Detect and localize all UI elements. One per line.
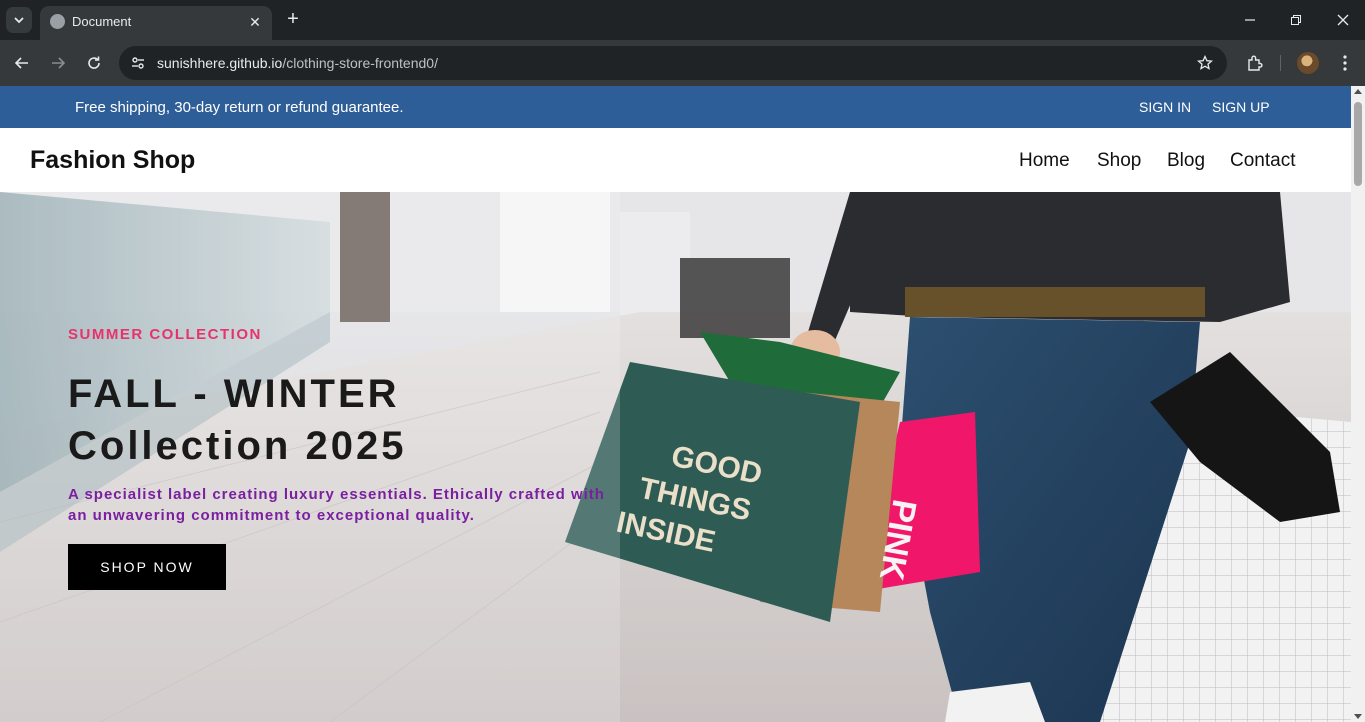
scroll-thumb[interactable] — [1354, 102, 1362, 186]
url-host: sunishhere.github.io — [157, 55, 283, 71]
browser-menu-button[interactable] — [1333, 51, 1357, 75]
toolbar-divider — [1280, 55, 1281, 71]
extensions-puzzle-icon[interactable] — [1243, 51, 1267, 75]
hero-title-line1: FALL - WINTER — [68, 372, 400, 416]
url-text: sunishhere.github.io/clothing-store-fron… — [157, 55, 438, 71]
back-button[interactable] — [10, 51, 34, 75]
browser-tab-strip: Document ✕ + — [0, 0, 1365, 40]
kebab-menu-icon — [1343, 55, 1347, 71]
url-path: /clothing-store-frontend0/ — [282, 55, 438, 71]
sign-in-link[interactable]: SIGN IN — [1139, 99, 1191, 115]
bookmark-star-icon[interactable] — [1195, 53, 1215, 73]
page-viewport: Free shipping, 30-day return or refund g… — [0, 86, 1351, 722]
shop-now-button[interactable]: SHOP NOW — [68, 544, 226, 590]
profile-avatar[interactable] — [1297, 52, 1319, 74]
tab-search-button[interactable] — [6, 7, 32, 33]
nav-shop[interactable]: Shop — [1097, 150, 1141, 172]
minimize-button[interactable] — [1238, 8, 1262, 32]
globe-icon — [50, 14, 65, 29]
scroll-down-arrow-icon[interactable] — [1354, 714, 1362, 719]
announcement-text: Free shipping, 30-day return or refund g… — [75, 99, 404, 116]
reload-icon — [88, 56, 100, 69]
close-window-button[interactable] — [1331, 8, 1355, 32]
hero-title-line2: Collection 2025 — [68, 424, 407, 468]
hero-description: A specialist label creating luxury essen… — [68, 486, 605, 524]
sign-up-link[interactable]: SIGN UP — [1212, 99, 1270, 115]
reload-button[interactable] — [82, 51, 106, 75]
browser-tab[interactable]: Document ✕ — [40, 6, 272, 40]
close-tab-icon[interactable]: ✕ — [246, 13, 264, 31]
browser-toolbar: sunishhere.github.io/clothing-store-fron… — [0, 40, 1365, 86]
forward-button[interactable] — [46, 51, 70, 75]
close-icon — [1337, 14, 1349, 26]
chevron-down-icon — [14, 17, 24, 24]
nav-contact[interactable]: Contact — [1230, 150, 1295, 172]
brand-logo[interactable]: Fashion Shop — [30, 146, 195, 175]
hero-banner: GOOD THINGS INSIDE PINK SUMMER COLLECTIO… — [0, 192, 1351, 722]
arrow-left-icon — [14, 57, 28, 69]
site-header: Fashion Shop Home Shop Blog Contact — [0, 128, 1351, 192]
address-bar[interactable]: sunishhere.github.io/clothing-store-fron… — [119, 46, 1227, 80]
new-tab-button[interactable]: + — [282, 8, 304, 30]
arrow-right-icon — [52, 57, 66, 69]
site-info-icon[interactable] — [127, 52, 149, 74]
hero-subtitle: SUMMER COLLECTION — [68, 326, 262, 343]
page-scrollbar[interactable] — [1351, 86, 1365, 722]
nav-home[interactable]: Home — [1019, 150, 1070, 172]
restore-icon — [1291, 15, 1301, 25]
restore-button[interactable] — [1284, 8, 1308, 32]
hero-title: FALL - WINTER Collection 2025 — [68, 368, 628, 472]
nav-blog[interactable]: Blog — [1167, 150, 1205, 172]
tab-title: Document — [72, 14, 132, 29]
announcement-bar: Free shipping, 30-day return or refund g… — [0, 86, 1351, 128]
scroll-up-arrow-icon[interactable] — [1354, 89, 1362, 94]
minimize-icon — [1245, 19, 1255, 21]
